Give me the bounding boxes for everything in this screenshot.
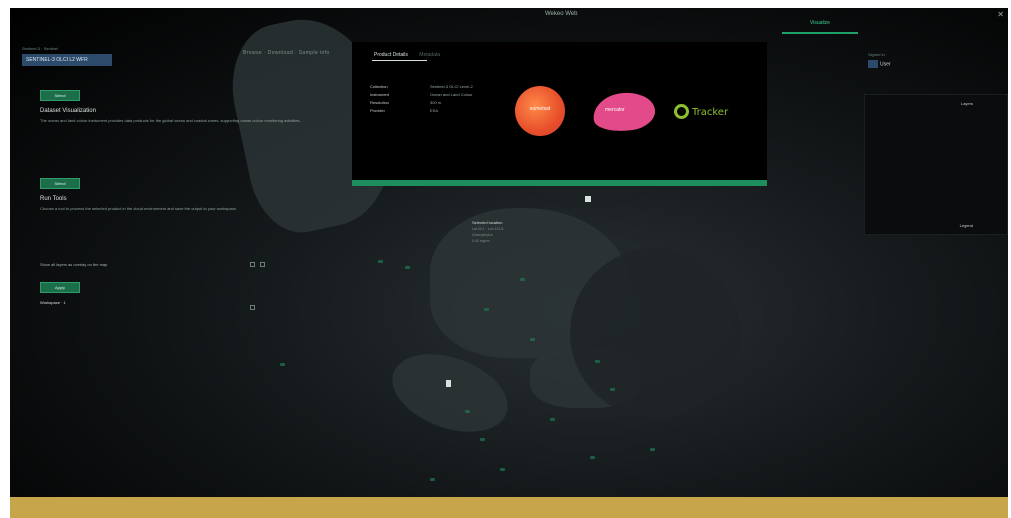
progress-fill bbox=[352, 180, 767, 186]
map-point bbox=[650, 448, 655, 451]
map-point bbox=[530, 338, 535, 341]
dataset-category-label: Sentinel-3 · Sentinel bbox=[22, 46, 59, 51]
map-popup: Selected location Lat 24.1 · Lon 121.5 C… bbox=[472, 220, 562, 282]
user-name: User bbox=[880, 61, 891, 68]
popup-line: Chlorophyll-a bbox=[472, 233, 493, 237]
layers-label[interactable]: Layers bbox=[961, 101, 973, 106]
window-title: Wekeo Web bbox=[545, 11, 578, 17]
logo-text: Tracker bbox=[692, 107, 729, 118]
section-description: The ocean and land colour instrument pro… bbox=[40, 118, 301, 123]
map-marker[interactable] bbox=[585, 196, 591, 202]
tab-metadata[interactable]: Metadata bbox=[419, 52, 440, 58]
popup-line: 0.42 mg/m³ bbox=[472, 239, 490, 243]
info-field: Collection Sentinel-3 OLCI Level-2 bbox=[370, 84, 473, 89]
section-heading: Run Tools bbox=[40, 196, 67, 202]
popup-title: Selected location bbox=[472, 220, 503, 225]
map-marker[interactable] bbox=[446, 380, 451, 387]
info-tabs: Product Details Metadata bbox=[374, 52, 440, 58]
map-point bbox=[430, 478, 435, 481]
map-point bbox=[550, 418, 555, 421]
checkbox-icon[interactable] bbox=[250, 262, 255, 267]
map-point bbox=[405, 266, 410, 269]
right-side-panel: Layers Legend bbox=[864, 94, 1008, 235]
map-point bbox=[590, 456, 595, 459]
section-heading: Dataset Visualization bbox=[40, 108, 96, 114]
landmass bbox=[570, 248, 740, 418]
user-status-label: Signed in bbox=[868, 52, 885, 57]
map-point bbox=[378, 260, 383, 263]
user-menu[interactable]: User bbox=[868, 60, 891, 68]
checkbox-icon[interactable] bbox=[260, 262, 265, 267]
map-point bbox=[280, 363, 285, 366]
avatar bbox=[868, 60, 878, 68]
map-point bbox=[595, 360, 600, 363]
map-point bbox=[480, 438, 485, 441]
map-point bbox=[610, 388, 615, 391]
info-field: Instrument Ocean and Land Colour bbox=[370, 92, 473, 97]
tab-visualize[interactable]: Visualize bbox=[782, 20, 858, 34]
settings-icon[interactable] bbox=[250, 305, 255, 310]
logo-text: eumetsat bbox=[529, 106, 551, 112]
dataset-badge[interactable]: SENTINEL-3 OLCI L2 WFR bbox=[22, 54, 112, 66]
title-bar: Wekeo Web ✕ bbox=[10, 8, 1008, 26]
select-button[interactable]: Select bbox=[40, 178, 80, 189]
close-icon[interactable]: ✕ bbox=[997, 10, 1004, 19]
legend-label[interactable]: Legend bbox=[960, 223, 973, 228]
map-point bbox=[500, 468, 505, 471]
info-field: Provider ESA bbox=[370, 108, 439, 113]
app-screen: Selected location Lat 24.1 · Lon 121.5 C… bbox=[10, 8, 1008, 497]
active-tab-indicator bbox=[372, 60, 427, 61]
bottom-band bbox=[10, 497, 1008, 518]
progress-bar bbox=[352, 180, 767, 186]
info-field: Resolution 300 m bbox=[370, 100, 442, 105]
workspace-label: Workspace · 1 bbox=[40, 300, 66, 305]
map-point bbox=[484, 308, 489, 311]
map-point bbox=[465, 410, 470, 413]
top-links[interactable]: Browse · Download · Sample info bbox=[243, 50, 330, 56]
overlay-option-label: Show all layers as overlay on the map bbox=[40, 262, 108, 267]
left-panel: Sentinel-3 · Sentinel SENTINEL-3 OLCI L2… bbox=[18, 30, 348, 330]
tab-product-details[interactable]: Product Details bbox=[374, 52, 408, 58]
apply-button[interactable]: Apply bbox=[40, 282, 80, 293]
popup-line: Lat 24.1 · Lon 121.5 bbox=[472, 227, 504, 231]
section-description: Choose a tool to process the selected pr… bbox=[40, 206, 238, 211]
ecmwf-logo bbox=[674, 104, 689, 119]
select-button[interactable]: Select bbox=[40, 90, 80, 101]
logo-text: mercator bbox=[605, 107, 625, 113]
